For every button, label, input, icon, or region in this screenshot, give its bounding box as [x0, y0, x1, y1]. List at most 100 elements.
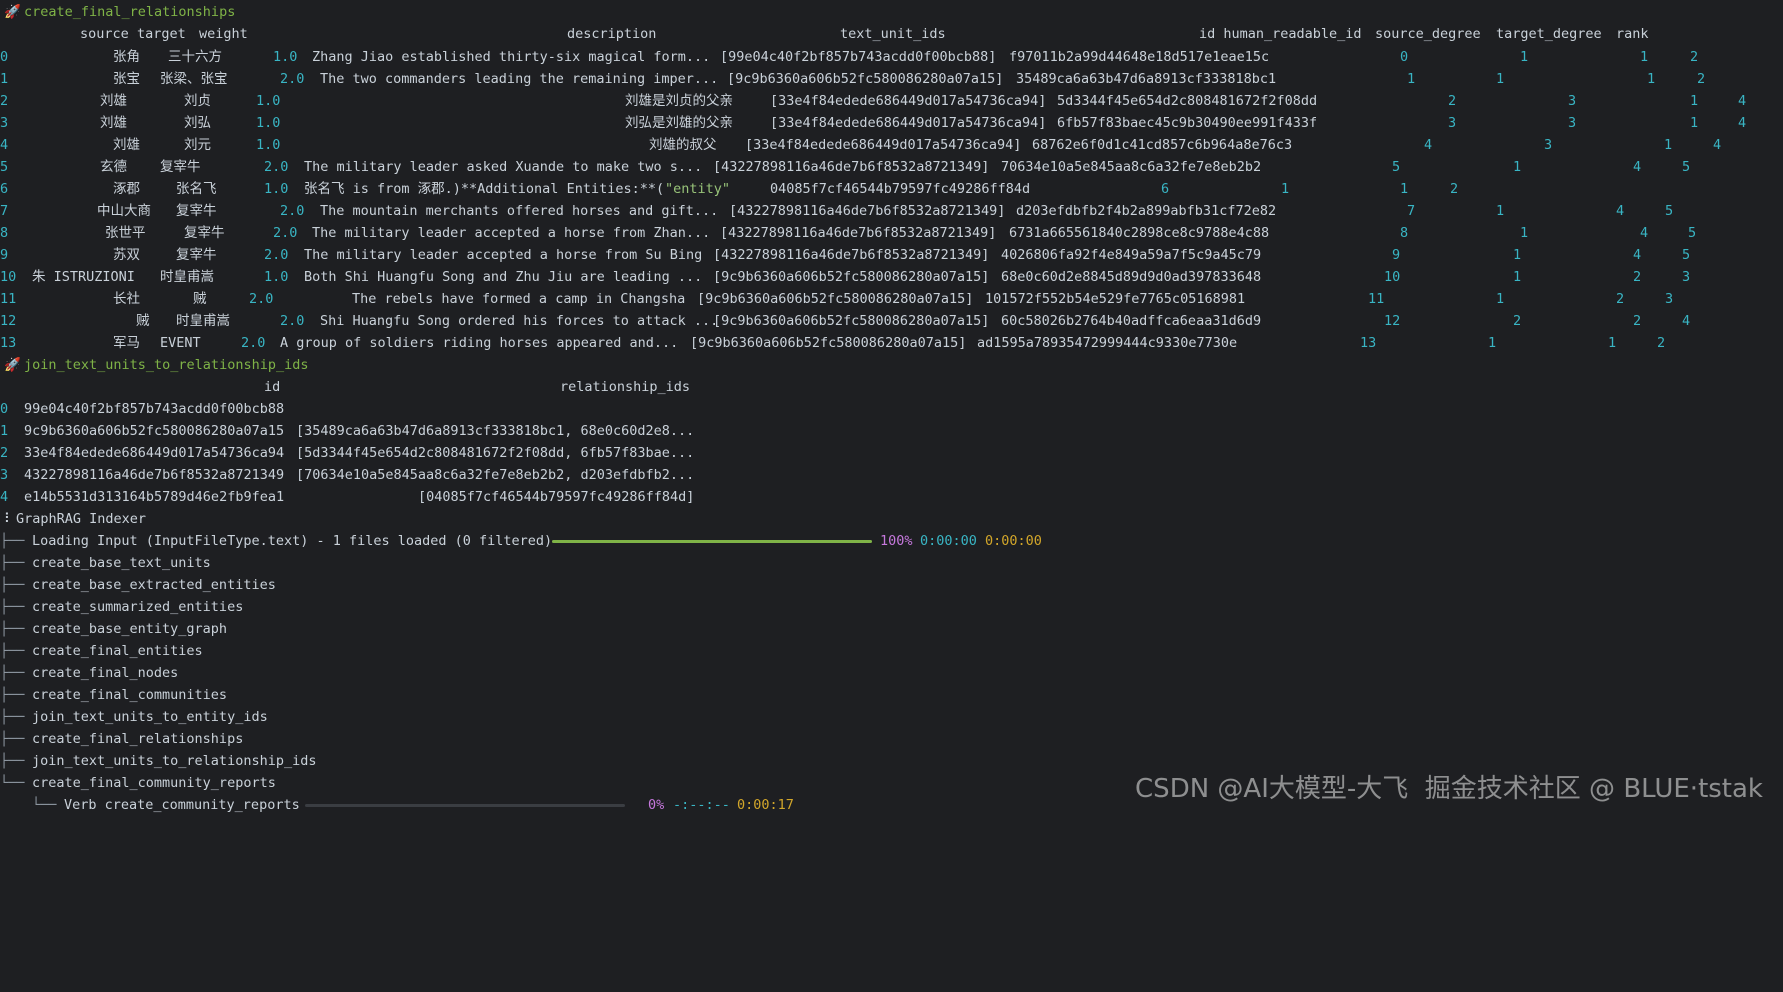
- cell-description: The rebels have formed a camp in Changsh…: [352, 291, 686, 307]
- cell-human-readable-id: 6: [1161, 181, 1170, 197]
- tree-branch-icon: ├──: [0, 731, 25, 747]
- cell-relationship-ids: [04085f7cf46544b79597fc49286ff84d]: [418, 489, 695, 505]
- cell-rank: 4: [1682, 313, 1691, 329]
- cell-description: 刘雄是刘贞的父亲: [625, 93, 733, 109]
- cell-source: 张角: [113, 49, 140, 65]
- cell-source-degree: 1: [1513, 159, 1522, 175]
- cell-target-degree: 1: [1664, 137, 1673, 153]
- table-row: 4 e14b5531d313164b5789d46e2fb9fea1 [0408…: [0, 486, 694, 508]
- row-index: 1: [0, 423, 9, 439]
- col-header-id-human-readable-id: id human_readable_id: [1199, 26, 1362, 42]
- col-header-weight: weight: [199, 26, 248, 42]
- cell-description: The mountain merchants offered horses an…: [320, 203, 719, 219]
- cell-relationship-ids: [70634e10a5e845aa8c6a32fe7e8eb2b2, d203e…: [296, 467, 695, 483]
- row-index: 8: [0, 225, 9, 241]
- cell-id: 101572f552b54e529fe7765c05168981: [985, 291, 1246, 307]
- cell-id: 04085f7cf46544b79597fc49286ff84d: [770, 181, 1031, 197]
- row-index: 9: [0, 247, 9, 263]
- tree-end-branch-icon: └──: [0, 775, 25, 791]
- cell-target-degree: 1: [1608, 335, 1617, 351]
- step-label: create_final_communities: [32, 687, 228, 703]
- cell-target-degree: 4: [1640, 225, 1649, 241]
- table-row: 0 99e04c40f2bf857b743acdd0f00bcb88: [0, 398, 284, 420]
- table-row: 6 涿郡 张名飞 1.0 张名飞 is from 涿郡.)**Additiona…: [0, 178, 1458, 200]
- row-index: 0: [0, 401, 9, 417]
- table-row: 3 43227898116a46de7b6f8532a8721349 [7063…: [0, 464, 694, 486]
- col-header-text-unit-ids: text_unit_ids: [840, 26, 946, 42]
- cell-rank: 4: [1738, 93, 1747, 109]
- cell-source-degree: 2: [1513, 313, 1522, 329]
- cell-target-degree: 1: [1640, 49, 1649, 65]
- cell-text-unit-ids: [33e4f84edede686449d017a54736ca94]: [745, 137, 1022, 153]
- row-index: 10: [0, 269, 17, 285]
- verb-progress-track: [305, 804, 625, 807]
- cell-human-readable-id: 1: [1407, 71, 1416, 87]
- cell-source: 张世平: [105, 225, 146, 241]
- cell-target: EVENT: [160, 335, 201, 351]
- cell-weight: 2.0: [280, 313, 305, 329]
- indexer-title: GraphRAG Indexer: [16, 511, 147, 527]
- col-header-target: target: [137, 26, 186, 42]
- cell-id: 4026806fa92f4e849a59a7f5c9a45c79: [1001, 247, 1262, 263]
- cell-id: e14b5531d313164b5789d46e2fb9fea1: [24, 489, 285, 505]
- cell-text-unit-ids: [33e4f84edede686449d017a54736ca94]: [770, 93, 1047, 109]
- cell-description: 刘弘是刘雄的父亲: [625, 115, 733, 131]
- row-index: 2: [0, 93, 9, 109]
- cell-description: 刘雄的叔父: [649, 137, 717, 153]
- table-row: 0 张角 三十六方 1.0 Zhang Jiao established thi…: [0, 46, 1698, 68]
- tree-branch-icon: ├──: [0, 577, 25, 593]
- cell-target: 复宰牛: [176, 203, 217, 219]
- col-header-source: source: [80, 26, 129, 42]
- table-row: 5 玄德 复宰牛 2.0 The military leader asked X…: [0, 156, 1690, 178]
- cell-rank: 3: [1682, 269, 1691, 285]
- cell-text-unit-ids: [43227898116a46de7b6f8532a8721349]: [729, 203, 1006, 219]
- cell-weight: 2.0: [264, 159, 289, 175]
- cell-source: 刘雄: [113, 137, 140, 153]
- cell-text-unit-ids: [9c9b6360a606b52fc580086280a07a15]: [713, 269, 990, 285]
- loading-remaining: 0:00:00: [985, 533, 1042, 549]
- indexer-loading-step: ├── Loading Input (InputFileType.text) -…: [0, 530, 1042, 552]
- cell-source-degree: 1: [1496, 291, 1505, 307]
- verb-percent: 0%: [648, 797, 665, 813]
- cell-weight: 1.0: [273, 49, 298, 65]
- table-row: 12 贼 时皇甫嵩 2.0 Shi Huangfu Song ordered h…: [0, 310, 1690, 332]
- row-index: 2: [0, 445, 9, 461]
- cell-id: 68762e6f0d1c41cd857c6b964a8e76c3: [1032, 137, 1293, 153]
- cell-target-degree: 1: [1647, 71, 1656, 87]
- cell-target: 张名飞: [176, 181, 217, 197]
- cell-id: ad1595a78935472999444c9330e7730e: [977, 335, 1238, 351]
- section-title: create_final_relationships: [24, 4, 236, 20]
- table-header: id relationship_ids: [0, 376, 690, 398]
- tree-branch-icon: ├──: [0, 533, 25, 549]
- cell-description: Both Shi Huangfu Song and Zhu Jiu are le…: [304, 269, 703, 285]
- step-label: create_final_relationships: [32, 731, 244, 747]
- cell-weight: 1.0: [256, 137, 281, 153]
- cell-human-readable-id: 4: [1424, 137, 1433, 153]
- indexer-step: ├── create_final_relationships: [0, 728, 243, 750]
- cell-weight: 1.0: [256, 93, 281, 109]
- row-index: 1: [0, 71, 9, 87]
- cell-rank: 5: [1682, 247, 1691, 263]
- row-index: 6: [0, 181, 9, 197]
- tree-branch-icon: ├──: [0, 643, 25, 659]
- row-index: 11: [0, 291, 17, 307]
- indexer-root: ⠸ GraphRAG Indexer: [0, 508, 146, 530]
- cell-description: Shi Huangfu Song ordered his forces to a…: [320, 313, 719, 329]
- cell-rank: 2: [1657, 335, 1666, 351]
- cell-human-readable-id: 0: [1400, 49, 1409, 65]
- loading-percent: 100%: [880, 533, 913, 549]
- cell-source: 军马: [113, 335, 140, 351]
- indexer-verb-step: └── Verb create_community_reports 0% -:-…: [0, 794, 794, 816]
- row-index: 3: [0, 467, 9, 483]
- cell-text-unit-ids: [43227898116a46de7b6f8532a8721349]: [713, 247, 990, 263]
- cell-target-degree: 2: [1616, 291, 1625, 307]
- terminal-output[interactable]: 🚀 create_final_relationships source targ…: [0, 0, 1783, 823]
- cell-weight: 2.0: [249, 291, 274, 307]
- row-index: 5: [0, 159, 9, 175]
- cell-target: 刘弘: [184, 115, 211, 131]
- cell-rank: 4: [1738, 115, 1747, 131]
- tree-branch-icon: ├──: [0, 599, 25, 615]
- step-label: create_summarized_entities: [32, 599, 244, 615]
- rocket-icon: 🚀: [4, 4, 21, 20]
- cell-description: The military leader accepted a horse fro…: [304, 247, 703, 263]
